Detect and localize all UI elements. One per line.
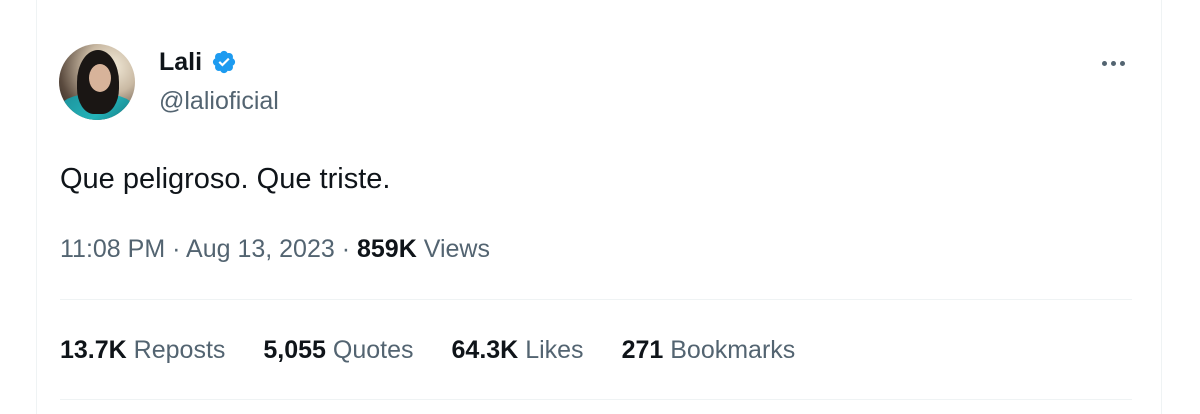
meta-separator: · xyxy=(341,235,351,263)
more-horizontal-icon xyxy=(1119,60,1125,66)
avatar-face xyxy=(89,64,111,92)
more-horizontal-icon xyxy=(1110,60,1116,66)
stat-label: Likes xyxy=(525,336,584,364)
stat-count: 13.7K xyxy=(60,336,127,364)
stat-count: 271 xyxy=(621,336,664,364)
divider xyxy=(60,299,1132,300)
stat-label: Bookmarks xyxy=(670,336,796,364)
divider xyxy=(60,399,1132,400)
bookmarks-stat[interactable]: 271 Bookmarks xyxy=(622,334,796,366)
more-options-button[interactable] xyxy=(1096,52,1130,74)
stat-label: Reposts xyxy=(133,336,226,364)
views-label: Views xyxy=(423,235,490,263)
avatar[interactable] xyxy=(59,44,135,120)
author-handle[interactable]: @lalioficial xyxy=(159,86,279,116)
tweet-meta: 11:08 PM · Aug 13, 2023 · 859K Views xyxy=(60,233,490,265)
tweet-time[interactable]: 11:08 PM xyxy=(60,235,165,263)
views-count: 859K xyxy=(357,235,417,263)
author-name[interactable]: Lali xyxy=(159,47,237,77)
quotes-stat[interactable]: 5,055 Quotes xyxy=(263,334,413,366)
tweet-text: Que peligroso. Que triste. xyxy=(60,163,391,195)
tweet-date[interactable]: Aug 13, 2023 xyxy=(186,235,335,263)
verified-badge-icon xyxy=(212,50,236,74)
likes-stat[interactable]: 64.3K Likes xyxy=(452,334,584,366)
meta-separator: · xyxy=(172,235,181,263)
more-horizontal-icon xyxy=(1101,60,1107,66)
author-display-name: Lali xyxy=(159,48,203,76)
stat-count: 64.3K xyxy=(451,336,519,364)
engagement-stats: 13.7K Reposts 5,055 Quotes 64.3K Likes 2… xyxy=(60,334,833,366)
stat-count: 5,055 xyxy=(263,336,326,364)
reposts-stat[interactable]: 13.7K Reposts xyxy=(60,334,225,366)
stat-label: Quotes xyxy=(332,336,414,364)
